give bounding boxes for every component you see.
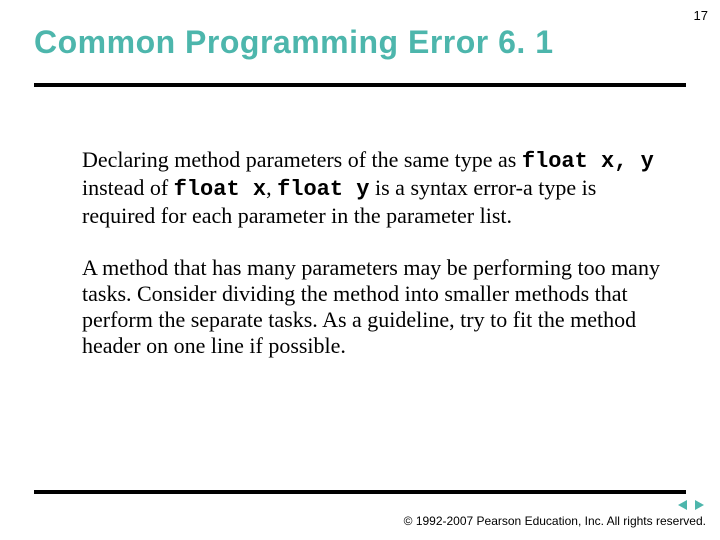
nav-controls [676,498,706,512]
paragraph-2: A method that has many parameters may be… [82,255,660,359]
next-button[interactable] [692,498,706,512]
prev-button[interactable] [676,498,690,512]
p1-code-2: float x [174,177,266,202]
p1-code-1: float x, y [522,149,654,174]
footer-rule [34,490,686,494]
page-number: 17 [694,8,708,23]
triangle-right-icon [693,499,705,511]
copyright-text: © 1992-2007 Pearson Education, Inc. All … [404,514,706,528]
slide-body: Declaring method parameters of the same … [0,87,720,359]
p1-text-c: , [266,175,277,200]
p1-code-3: float y [277,177,369,202]
p1-text-b: instead of [82,175,174,200]
paragraph-1: Declaring method parameters of the same … [82,147,660,229]
triangle-left-icon [677,499,689,511]
p1-text-a: Declaring method parameters of the same … [82,147,522,172]
slide-title: Common Programming Error 6. 1 [0,0,720,61]
